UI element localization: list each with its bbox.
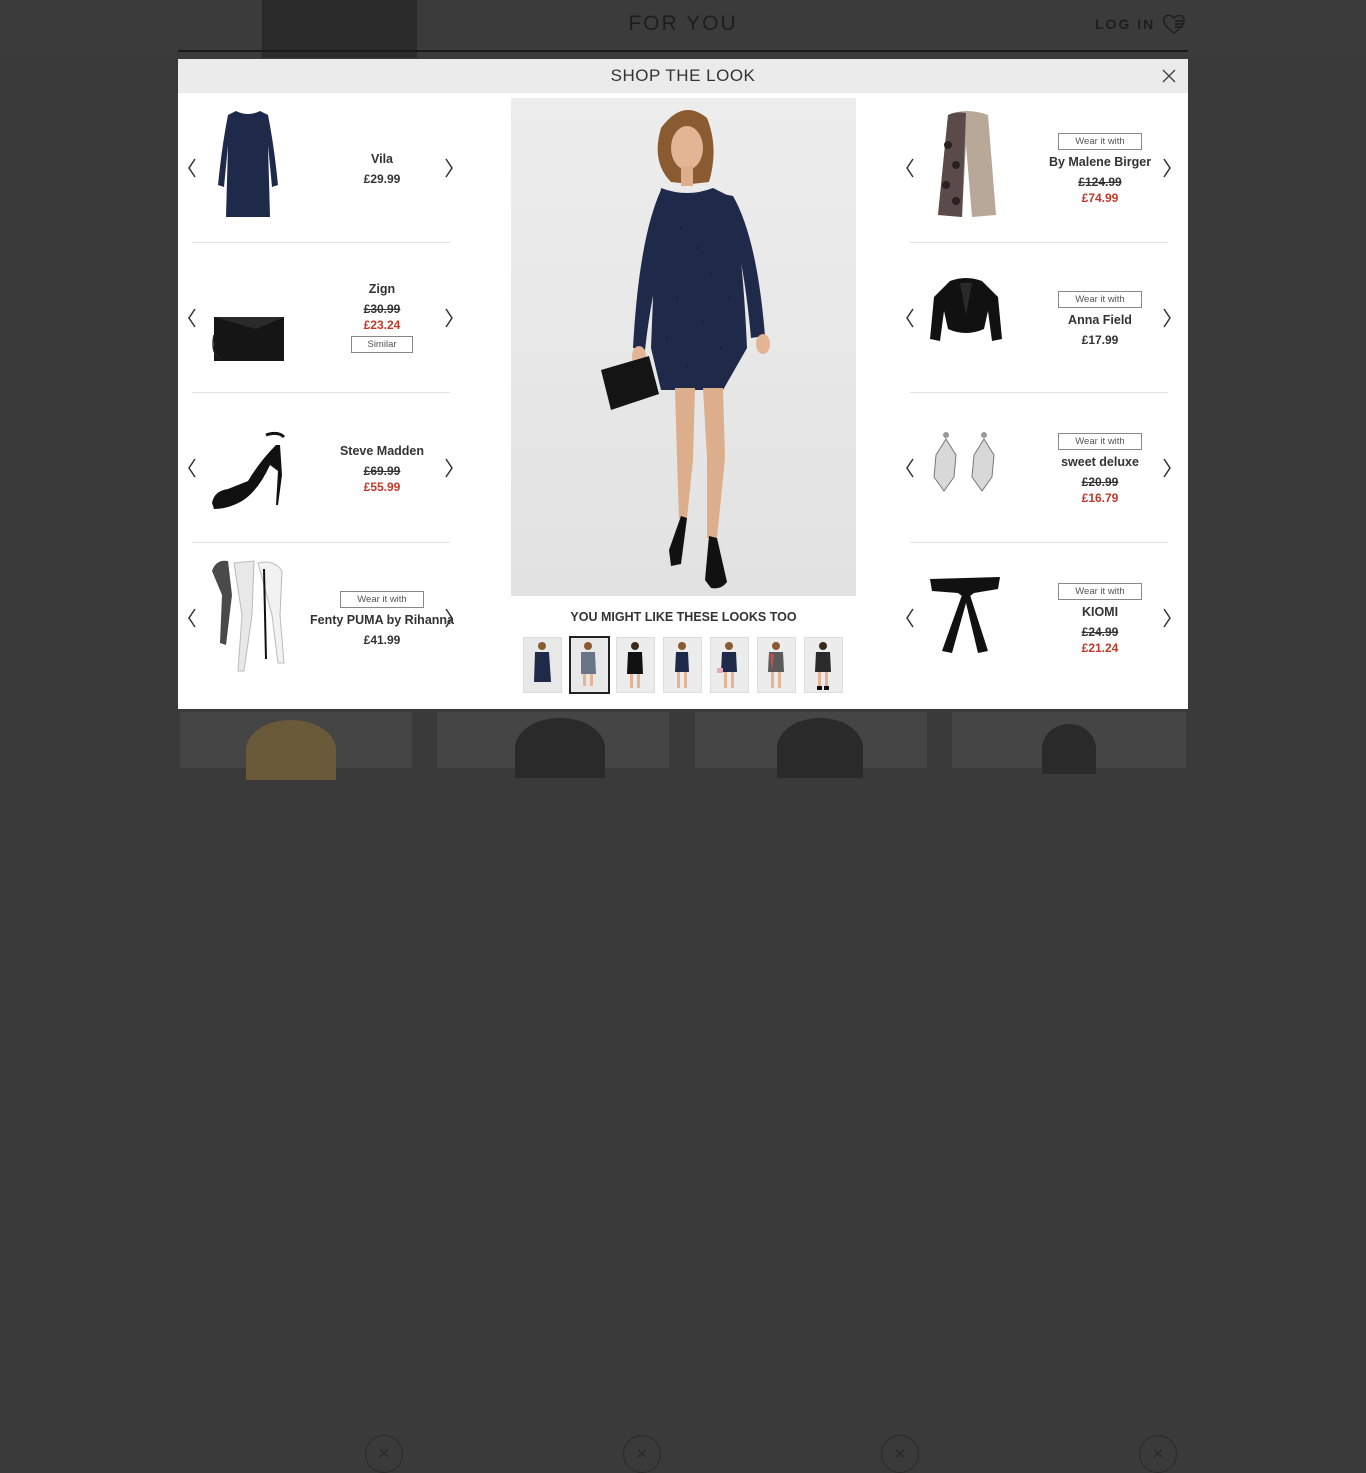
bg-product-card[interactable]: × xyxy=(695,712,927,1473)
bg-product-card[interactable]: × xyxy=(180,712,412,1473)
look-thumbnail[interactable] xyxy=(523,637,562,693)
prev-arrow-icon[interactable] xyxy=(899,543,921,693)
product-slot: Zign £30.99 £23.24 Similar xyxy=(178,243,460,393)
close-icon[interactable] xyxy=(1160,67,1178,85)
product-brand[interactable]: KIOMI xyxy=(1082,605,1118,619)
wear-it-with-button[interactable]: Wear it with xyxy=(340,591,424,608)
look-thumbnail[interactable] xyxy=(804,637,843,693)
product-sale-price: £21.24 xyxy=(1081,641,1119,655)
product-brand[interactable]: Vila xyxy=(371,152,393,166)
product-price: £41.99 xyxy=(363,633,401,647)
prev-arrow-icon[interactable] xyxy=(181,93,203,243)
menu-icon[interactable] xyxy=(1162,12,1186,36)
product-brand[interactable]: Zign xyxy=(369,282,395,296)
product-old-price: £24.99 xyxy=(1081,625,1119,639)
looks-title: YOU MIGHT LIKE THESE LOOKS TOO xyxy=(570,610,797,624)
product-brand[interactable]: Fenty PUMA by Rihanna xyxy=(310,613,454,627)
prev-arrow-icon[interactable] xyxy=(181,243,203,393)
bg-product-card[interactable]: × xyxy=(952,712,1186,1473)
wear-it-with-button[interactable]: Wear it with xyxy=(1058,133,1142,150)
product-brand[interactable]: sweet deluxe xyxy=(1061,455,1139,469)
product-brand[interactable]: By Malene Birger xyxy=(1049,155,1151,169)
close-icon[interactable]: × xyxy=(1139,1435,1177,1473)
look-thumbnail[interactable] xyxy=(663,637,702,693)
prev-arrow-icon[interactable] xyxy=(899,93,921,243)
product-image[interactable] xyxy=(926,555,1006,673)
next-arrow-icon[interactable] xyxy=(1156,543,1178,693)
product-slot: Wear it with Anna Field £17.99 xyxy=(896,243,1178,393)
next-arrow-icon[interactable] xyxy=(1156,243,1178,393)
product-image[interactable] xyxy=(926,105,1006,223)
product-slot: Vila £29.99 xyxy=(178,93,460,243)
header-divider xyxy=(178,50,1188,52)
product-image[interactable] xyxy=(208,105,288,223)
product-sale-price: £16.79 xyxy=(1081,491,1119,505)
product-sale-price: £74.99 xyxy=(1081,191,1119,205)
wear-it-with-button[interactable]: Wear it with xyxy=(1058,583,1142,600)
next-arrow-icon[interactable] xyxy=(438,93,460,243)
product-price: £29.99 xyxy=(363,171,401,186)
prev-arrow-icon[interactable] xyxy=(181,543,203,693)
modal-header: SHOP THE LOOK xyxy=(178,59,1188,93)
next-arrow-icon[interactable] xyxy=(1156,393,1178,543)
look-thumbnail[interactable] xyxy=(616,637,655,693)
product-old-price: £124.99 xyxy=(1078,175,1122,189)
prev-arrow-icon[interactable] xyxy=(899,243,921,393)
similar-button[interactable]: Similar xyxy=(351,336,413,353)
login-link[interactable]: LOG IN xyxy=(1095,16,1155,32)
prev-arrow-icon[interactable] xyxy=(899,393,921,543)
close-icon[interactable]: × xyxy=(623,1435,661,1473)
product-slot: Wear it with Fenty PUMA by Rihanna £41.9… xyxy=(178,543,460,693)
shop-the-look-modal: SHOP THE LOOK Vila £29.99 Zign £30.99 £2… xyxy=(178,59,1188,709)
product-sale-price: £55.99 xyxy=(363,479,401,494)
product-slot: Wear it with sweet deluxe £20.99 £16.79 xyxy=(896,393,1178,543)
modal-title: SHOP THE LOOK xyxy=(610,66,756,85)
look-thumbnail[interactable] xyxy=(757,637,796,693)
close-icon[interactable]: × xyxy=(881,1435,919,1473)
product-image[interactable] xyxy=(208,255,288,373)
product-image[interactable] xyxy=(208,555,288,673)
product-slot: Steve Madden £69.99 £55.99 xyxy=(178,393,460,543)
product-old-price: £30.99 xyxy=(363,302,401,316)
product-old-price: £20.99 xyxy=(1081,475,1119,489)
look-thumbnail[interactable] xyxy=(710,637,749,693)
product-sale-price: £23.24 xyxy=(363,318,401,332)
next-arrow-icon[interactable] xyxy=(438,393,460,543)
product-slot: Wear it with By Malene Birger £124.99 £7… xyxy=(896,93,1178,243)
next-arrow-icon[interactable] xyxy=(1156,93,1178,243)
product-image[interactable] xyxy=(208,405,288,523)
product-brand[interactable]: Anna Field xyxy=(1068,313,1132,327)
product-old-price: £69.99 xyxy=(363,463,401,478)
product-image[interactable] xyxy=(926,255,1006,373)
wear-it-with-button[interactable]: Wear it with xyxy=(1058,291,1142,308)
next-arrow-icon[interactable] xyxy=(438,543,460,693)
close-icon[interactable]: × xyxy=(365,1435,403,1473)
product-brand[interactable]: Steve Madden xyxy=(340,444,424,458)
bg-product-card[interactable]: × xyxy=(437,712,669,1473)
product-image[interactable] xyxy=(926,405,1006,523)
next-arrow-icon[interactable] xyxy=(438,243,460,393)
looks-strip xyxy=(523,636,853,694)
look-hero-image xyxy=(511,98,856,596)
product-price: £17.99 xyxy=(1081,333,1119,347)
look-thumbnail-active[interactable] xyxy=(569,636,610,694)
product-slot: Wear it with KIOMI £24.99 £21.24 xyxy=(896,543,1178,693)
wear-it-with-button[interactable]: Wear it with xyxy=(1058,433,1142,450)
prev-arrow-icon[interactable] xyxy=(181,393,203,543)
